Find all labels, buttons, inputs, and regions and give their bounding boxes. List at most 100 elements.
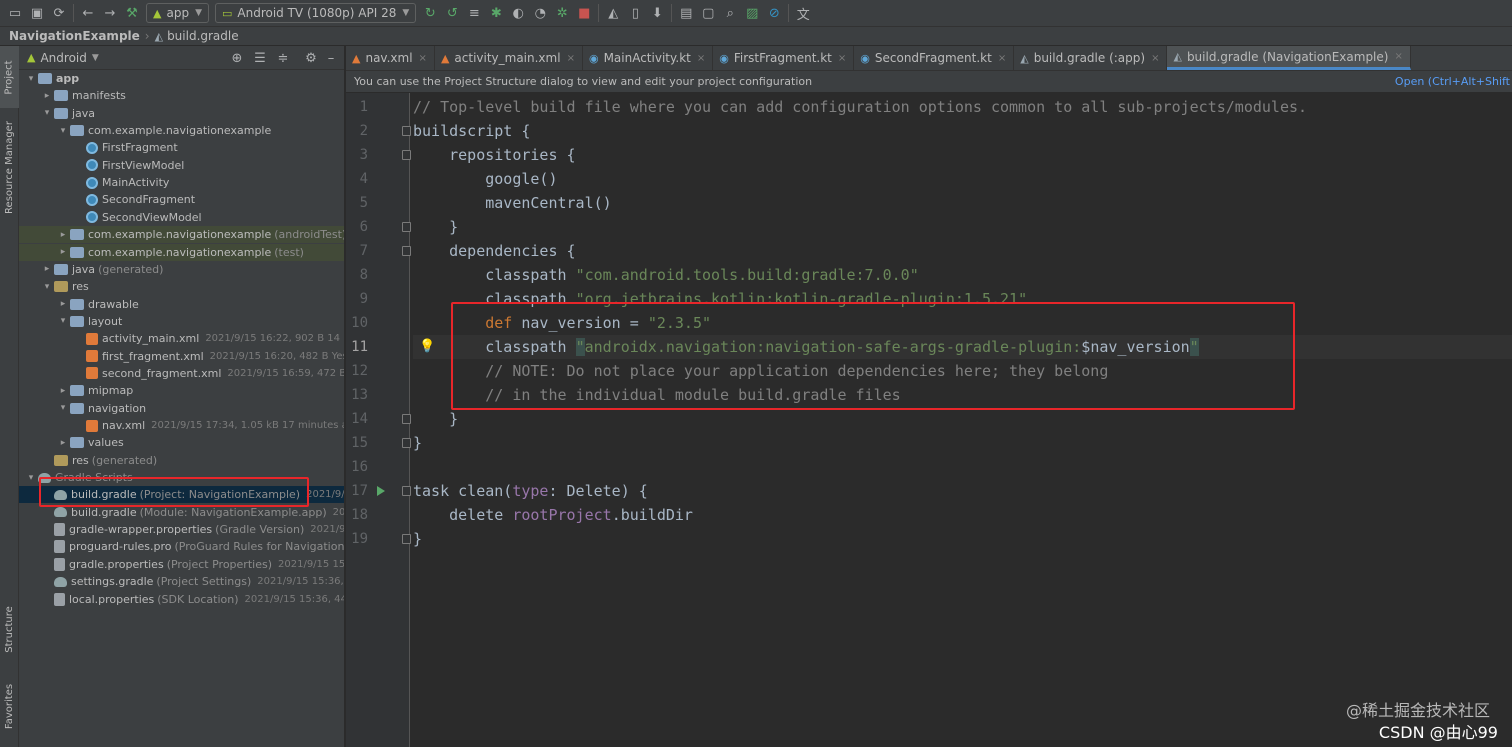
tree-item[interactable]: nav.xml 2021/9/15 17:34, 1.05 kB 17 minut… bbox=[19, 417, 344, 434]
power-save-icon[interactable]: ⊘ bbox=[763, 2, 785, 24]
structure-tab[interactable]: Structure bbox=[0, 594, 19, 664]
tree-item[interactable]: ▸ com.example.navigationexample (androidTe… bbox=[19, 226, 344, 244]
tree-item[interactable]: ▾ com.example.navigationexample bbox=[19, 122, 344, 139]
tree-item[interactable]: ▸ com.example.navigationexample (test) bbox=[19, 243, 344, 261]
tree-item[interactable]: gradle-wrapper.properties (Gradle Version… bbox=[19, 521, 344, 538]
editor-tab[interactable]: ▲ activity_main.xml × bbox=[435, 46, 583, 70]
close-icon[interactable]: × bbox=[419, 53, 427, 64]
device-select[interactable]: ▭ Android TV (1080p) API 28 ▼ bbox=[214, 3, 417, 23]
tree-item[interactable]: build.gradle (Module: NavigationExample.a… bbox=[19, 504, 344, 521]
forward-icon[interactable]: → bbox=[99, 2, 121, 24]
chevron-right-icon[interactable]: ▸ bbox=[57, 438, 69, 448]
debug-icon[interactable]: ✱ bbox=[485, 2, 507, 24]
tree-item[interactable]: ▾ java bbox=[19, 105, 344, 122]
view-mode-select[interactable]: Android bbox=[40, 51, 86, 65]
avd-manager-icon[interactable]: ▯ bbox=[624, 2, 646, 24]
chevron-down-icon[interactable]: ▾ bbox=[57, 126, 69, 136]
editor-tab[interactable]: ◉ SecondFragment.kt × bbox=[854, 46, 1015, 70]
chevron-right-icon[interactable]: ▸ bbox=[57, 299, 69, 309]
expand-all-icon[interactable]: ☰ bbox=[250, 48, 270, 68]
collapse-all-icon[interactable]: ≑ bbox=[273, 48, 293, 68]
tree-item[interactable]: ▾ layout bbox=[19, 313, 344, 330]
stop-icon[interactable]: ■ bbox=[573, 2, 595, 24]
tree-item[interactable]: build.gradle (Project: NavigationExample)… bbox=[19, 486, 344, 504]
code-editor[interactable]: 1 2 3 4 5 6 7 8 9 10 11 12 13 14 15 16 17 18 19 // Top-lev… bbox=[346, 93, 1512, 747]
apply-code-changes-icon[interactable]: ↺ bbox=[441, 2, 463, 24]
make-project-icon[interactable]: ⚒ bbox=[121, 2, 143, 24]
tree-item[interactable]: settings.gradle (Project Settings) 2021/9/… bbox=[19, 573, 344, 590]
tree-item[interactable]: proguard-rules.pro (ProGuard Rules for Na… bbox=[19, 538, 344, 555]
tree-item[interactable]: ▾ app bbox=[19, 70, 344, 87]
chevron-down-icon[interactable]: ▾ bbox=[57, 316, 69, 326]
attach-debugger-icon[interactable]: ✲ bbox=[551, 2, 573, 24]
chevron-down-icon[interactable]: ▾ bbox=[57, 403, 69, 413]
code-area[interactable]: // Top-level build file where you can ad… bbox=[413, 93, 1512, 747]
fold-marker-icon[interactable] bbox=[402, 222, 411, 232]
chevron-right-icon[interactable]: ▸ bbox=[57, 230, 69, 240]
editor-tab[interactable]: ◉ MainActivity.kt × bbox=[583, 46, 714, 70]
locate-icon[interactable]: ⊕ bbox=[227, 48, 247, 68]
fold-marker-icon[interactable] bbox=[402, 150, 411, 160]
tree-item[interactable]: FirstViewModel bbox=[19, 157, 344, 174]
breadcrumb-project[interactable]: NavigationExample bbox=[9, 29, 140, 43]
profile-icon[interactable]: ◔ bbox=[529, 2, 551, 24]
run-config-select[interactable]: ▲ app ▼ bbox=[146, 3, 209, 23]
tree-item[interactable]: activity_main.xml 2021/9/15 16:22, 902 B … bbox=[19, 330, 344, 347]
open-project-structure-link[interactable]: Open (Ctrl+Alt+Shift bbox=[1395, 75, 1510, 88]
gear-icon[interactable]: ⚙ bbox=[301, 48, 321, 68]
tree-item[interactable]: ▾ Gradle Scripts bbox=[19, 469, 344, 486]
tree-item[interactable]: ▸ mipmap bbox=[19, 382, 344, 399]
favorites-tab[interactable]: Favorites bbox=[0, 671, 19, 741]
tree-item[interactable]: ▸ java (generated) bbox=[19, 261, 344, 278]
fold-marker-icon[interactable] bbox=[402, 486, 411, 496]
editor-tab[interactable]: ▲ nav.xml × bbox=[346, 46, 435, 70]
chevron-down-icon[interactable]: ▼ bbox=[92, 53, 99, 63]
open-folder-icon[interactable]: ▭ bbox=[4, 2, 26, 24]
sync-icon[interactable]: ⟳ bbox=[48, 2, 70, 24]
fold-marker-icon[interactable] bbox=[402, 126, 411, 136]
back-icon[interactable]: ← bbox=[77, 2, 99, 24]
editor-tab[interactable]: ◭ build.gradle (:app) × bbox=[1014, 46, 1168, 70]
tree-item[interactable]: MainActivity bbox=[19, 174, 344, 191]
save-all-icon[interactable]: ▣ bbox=[26, 2, 48, 24]
apply-changes-icon[interactable]: ↻ bbox=[419, 2, 441, 24]
tree-item[interactable]: ▾ res bbox=[19, 278, 344, 295]
tree-item[interactable]: ▸ drawable bbox=[19, 296, 344, 313]
tree-item[interactable]: local.properties (SDK Location) 2021/9/15 … bbox=[19, 591, 344, 608]
close-icon[interactable]: × bbox=[1394, 51, 1402, 62]
chevron-down-icon[interactable]: ▾ bbox=[25, 74, 37, 84]
close-icon[interactable]: × bbox=[1151, 53, 1159, 64]
translate-icon[interactable]: 文 bbox=[792, 2, 814, 24]
project-tool-tab[interactable]: Project bbox=[0, 46, 19, 108]
tree-item[interactable]: ▸ values bbox=[19, 434, 344, 451]
close-icon[interactable]: × bbox=[697, 53, 705, 64]
tree-item[interactable]: second_fragment.xml 2021/9/15 16:59, 472 … bbox=[19, 365, 344, 382]
profiler-icon[interactable]: ▨ bbox=[741, 2, 763, 24]
gradle-sync-icon[interactable]: ◭ bbox=[602, 2, 624, 24]
tree-item[interactable]: res (generated) bbox=[19, 452, 344, 469]
sdk-manager-icon[interactable]: ⬇ bbox=[646, 2, 668, 24]
chevron-down-icon[interactable]: ▾ bbox=[25, 473, 37, 483]
tree-item[interactable]: first_fragment.xml 2021/9/15 16:20, 482 B… bbox=[19, 348, 344, 365]
chevron-right-icon[interactable]: ▸ bbox=[41, 264, 53, 274]
chevron-right-icon[interactable]: ▸ bbox=[57, 386, 69, 396]
coverage-icon[interactable]: ◐ bbox=[507, 2, 529, 24]
layout-inspector-icon[interactable]: ▢ bbox=[697, 2, 719, 24]
minimize-icon[interactable]: – bbox=[321, 48, 341, 68]
tree-item[interactable]: ▾ navigation bbox=[19, 400, 344, 417]
intention-bulb-icon[interactable]: 💡 bbox=[419, 339, 435, 354]
fold-marker-icon[interactable] bbox=[402, 534, 411, 544]
run-task-icon[interactable] bbox=[377, 486, 385, 496]
tree-item[interactable]: gradle.properties (Project Properties) 202… bbox=[19, 556, 344, 573]
chevron-down-icon[interactable]: ▾ bbox=[41, 108, 53, 118]
tree-item[interactable]: SecondViewModel bbox=[19, 209, 344, 226]
editor-tab[interactable]: ◉ FirstFragment.kt × bbox=[713, 46, 855, 70]
tree-item[interactable]: ▸ manifests bbox=[19, 87, 344, 104]
breadcrumb-file[interactable]: build.gradle bbox=[167, 29, 239, 43]
fold-marker-icon[interactable] bbox=[402, 414, 411, 424]
close-icon[interactable]: × bbox=[567, 53, 575, 64]
editor-tab[interactable]: ◭ build.gradle (NavigationExample) × bbox=[1167, 46, 1411, 70]
chevron-right-icon[interactable]: ▸ bbox=[57, 247, 69, 257]
resource-manager-tab[interactable]: Resource Manager bbox=[0, 112, 19, 222]
chevron-right-icon[interactable]: ▸ bbox=[41, 91, 53, 101]
